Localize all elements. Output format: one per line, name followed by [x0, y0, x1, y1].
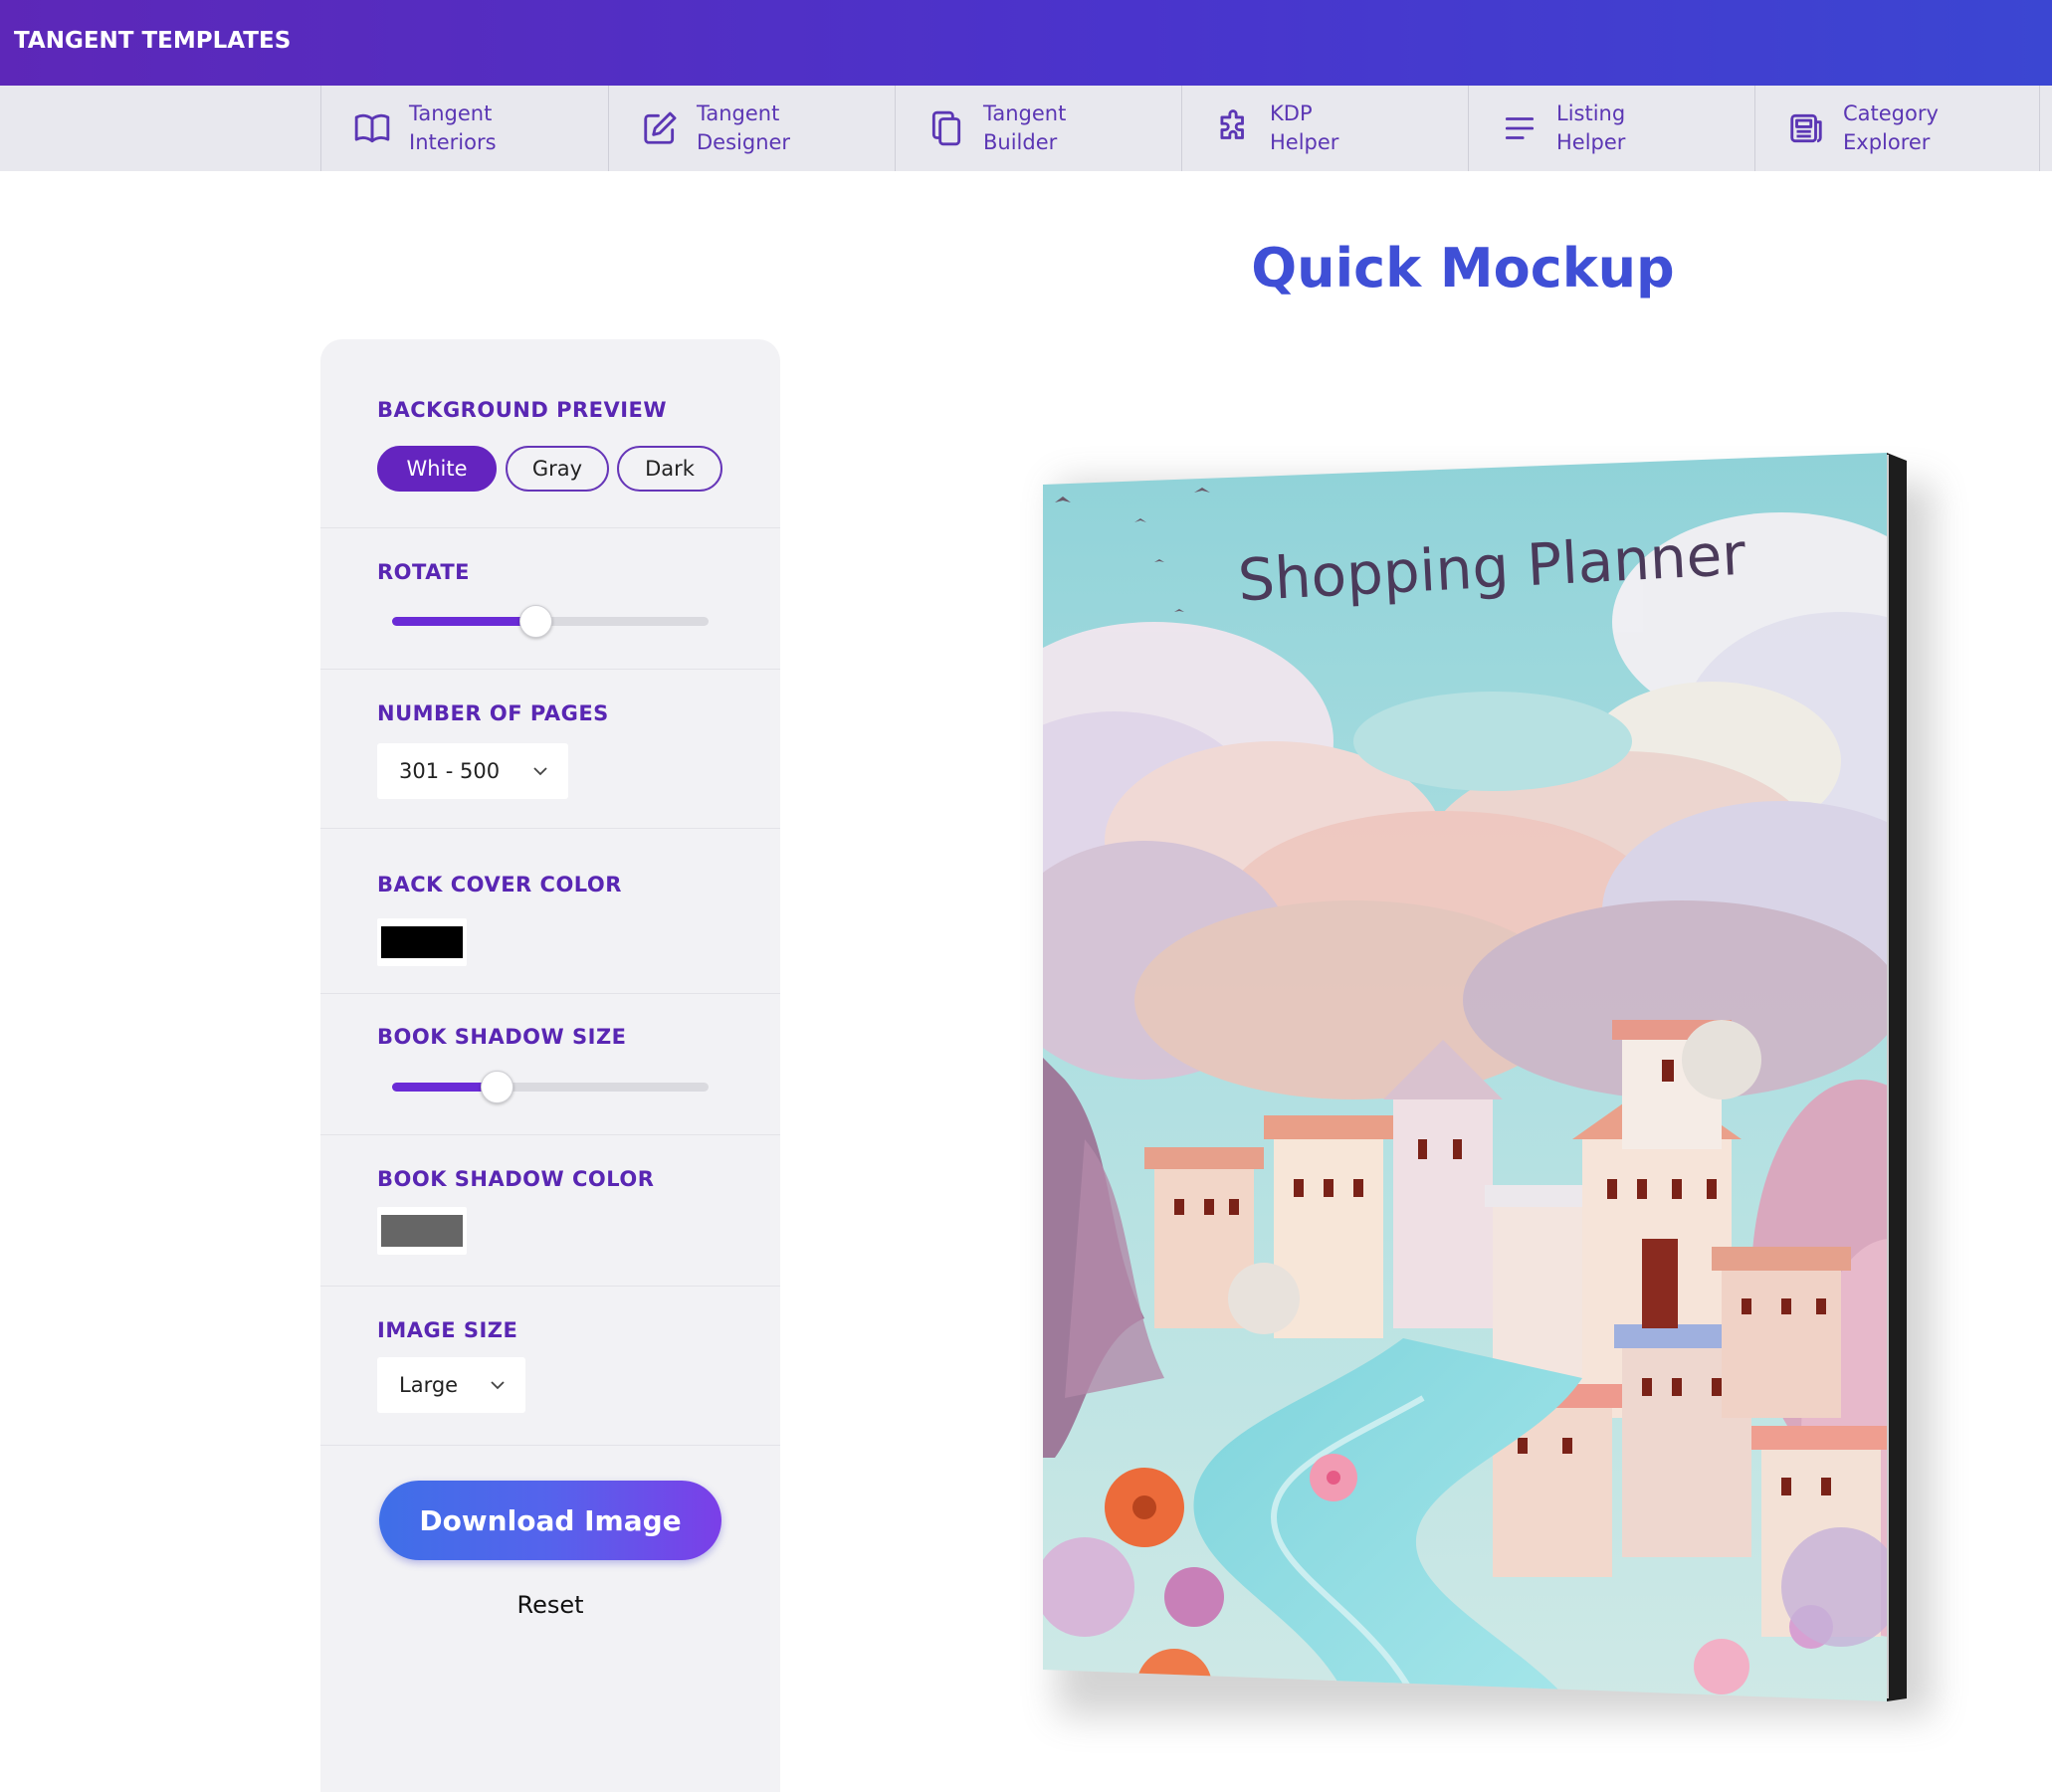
select-value: Large: [399, 1373, 459, 1397]
nav-label: Tangent Designer: [697, 101, 791, 154]
newspaper-icon: [1790, 113, 1822, 143]
section-label: BOOK SHADOW COLOR: [377, 1167, 655, 1191]
swatch-color: [381, 1215, 463, 1247]
section-label: BACKGROUND PREVIEW: [377, 398, 668, 422]
bg-white-button[interactable]: White: [377, 446, 497, 492]
section-label: NUMBER OF PAGES: [377, 701, 609, 725]
nav-item-tangent-builder[interactable]: Tangent Builder: [895, 86, 1181, 171]
puzzle-icon: [1220, 109, 1244, 139]
top-header: TANGENT TEMPLATES: [0, 0, 2052, 86]
back-cover-color-section: BACK COVER COLOR: [320, 829, 780, 994]
lines-icon: [1505, 117, 1535, 139]
bg-gray-button[interactable]: Gray: [506, 446, 609, 492]
chevron-down-icon: [533, 767, 547, 776]
slider-thumb[interactable]: [481, 1071, 513, 1103]
slider-fill: [392, 617, 535, 626]
bg-dark-button[interactable]: Dark: [617, 446, 722, 492]
rotate-slider[interactable]: [392, 605, 709, 638]
back-cover-color-swatch[interactable]: [377, 918, 467, 966]
nav-label: Listing Helper: [1556, 101, 1626, 154]
book-cover-image: Shopping Planner: [1043, 453, 1907, 1701]
book-open-icon: [354, 113, 390, 143]
shadow-size-section: BOOK SHADOW SIZE: [320, 994, 780, 1135]
edit-icon: [644, 111, 677, 144]
image-size-select[interactable]: Large: [377, 1357, 525, 1413]
nav-item-listing-helper[interactable]: Listing Helper: [1468, 86, 1754, 171]
section-label: ROTATE: [377, 560, 471, 584]
download-image-button[interactable]: Download Image: [379, 1481, 721, 1560]
pages-select[interactable]: 301 - 500: [377, 743, 568, 799]
page-title: Quick Mockup: [1251, 237, 1675, 299]
nav-item-tangent-interiors[interactable]: Tangent Interiors: [320, 86, 607, 171]
pages-section: NUMBER OF PAGES 301 - 500: [320, 670, 780, 829]
image-size-section: IMAGE SIZE Large: [320, 1287, 780, 1446]
shadow-color-swatch[interactable]: [377, 1207, 467, 1255]
chevron-down-icon: [491, 1381, 505, 1390]
reset-link[interactable]: Reset: [320, 1591, 780, 1619]
copy-icon: [931, 110, 961, 146]
nav-item-tangent-designer[interactable]: Tangent Designer: [608, 86, 895, 171]
select-value: 301 - 500: [399, 759, 501, 783]
shadow-color-section: BOOK SHADOW COLOR: [320, 1135, 780, 1287]
nav-label: KDP Helper: [1270, 101, 1339, 154]
nav-item-category-explorer[interactable]: Category Explorer: [1754, 86, 2040, 171]
swatch-color: [381, 926, 463, 958]
section-label: BOOK SHADOW SIZE: [377, 1025, 627, 1049]
nav-label: Category Explorer: [1843, 101, 1939, 154]
nav-label: Tangent Interiors: [409, 101, 497, 154]
section-label: BACK COVER COLOR: [377, 873, 622, 896]
background-toggle-group: White Gray Dark: [377, 446, 735, 492]
section-label: IMAGE SIZE: [377, 1318, 518, 1342]
slider-thumb[interactable]: [519, 605, 552, 638]
tool-nav: Tangent Interiors Tangent Designer Tange…: [0, 86, 2052, 171]
nav-item-kdp-helper[interactable]: KDP Helper: [1181, 86, 1468, 171]
brand-logo[interactable]: TANGENT TEMPLATES: [14, 28, 291, 54]
book-mockup: Shopping Planner: [1025, 443, 1941, 1716]
control-panel: BACKGROUND PREVIEW White Gray Dark ROTAT…: [320, 339, 780, 1792]
nav-label: Tangent Builder: [983, 101, 1067, 154]
shadow-size-slider[interactable]: [392, 1071, 709, 1103]
rotate-section: ROTATE: [320, 528, 780, 670]
background-preview-section: BACKGROUND PREVIEW White Gray Dark: [320, 339, 780, 528]
